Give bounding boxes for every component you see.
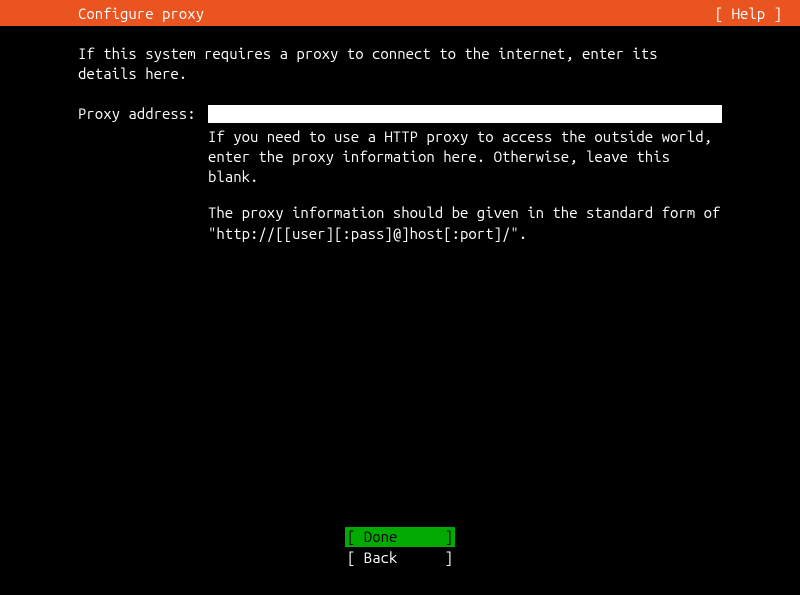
back-button[interactable]: [ Back ]	[345, 548, 455, 568]
proxy-help-line2: The proxy information should be given in…	[208, 203, 722, 244]
proxy-help: If you need to use a HTTP proxy to acces…	[208, 127, 722, 244]
proxy-address-input[interactable]	[208, 105, 722, 123]
proxy-field-column: If you need to use a HTTP proxy to acces…	[208, 105, 722, 260]
intro-text: If this system requires a proxy to conne…	[78, 44, 722, 85]
main-content: If this system requires a proxy to conne…	[0, 26, 800, 260]
page-title: Configure proxy	[78, 5, 204, 22]
proxy-row: Proxy address: If you need to use a HTTP…	[78, 105, 722, 260]
footer-buttons: [ Done ] [ Back ]	[0, 527, 800, 567]
done-button[interactable]: [ Done ]	[345, 527, 455, 547]
help-button[interactable]: [ Help ]	[715, 5, 782, 22]
titlebar: Configure proxy [ Help ]	[0, 0, 800, 26]
proxy-address-label: Proxy address:	[78, 105, 198, 122]
proxy-help-line1: If you need to use a HTTP proxy to acces…	[208, 127, 722, 188]
